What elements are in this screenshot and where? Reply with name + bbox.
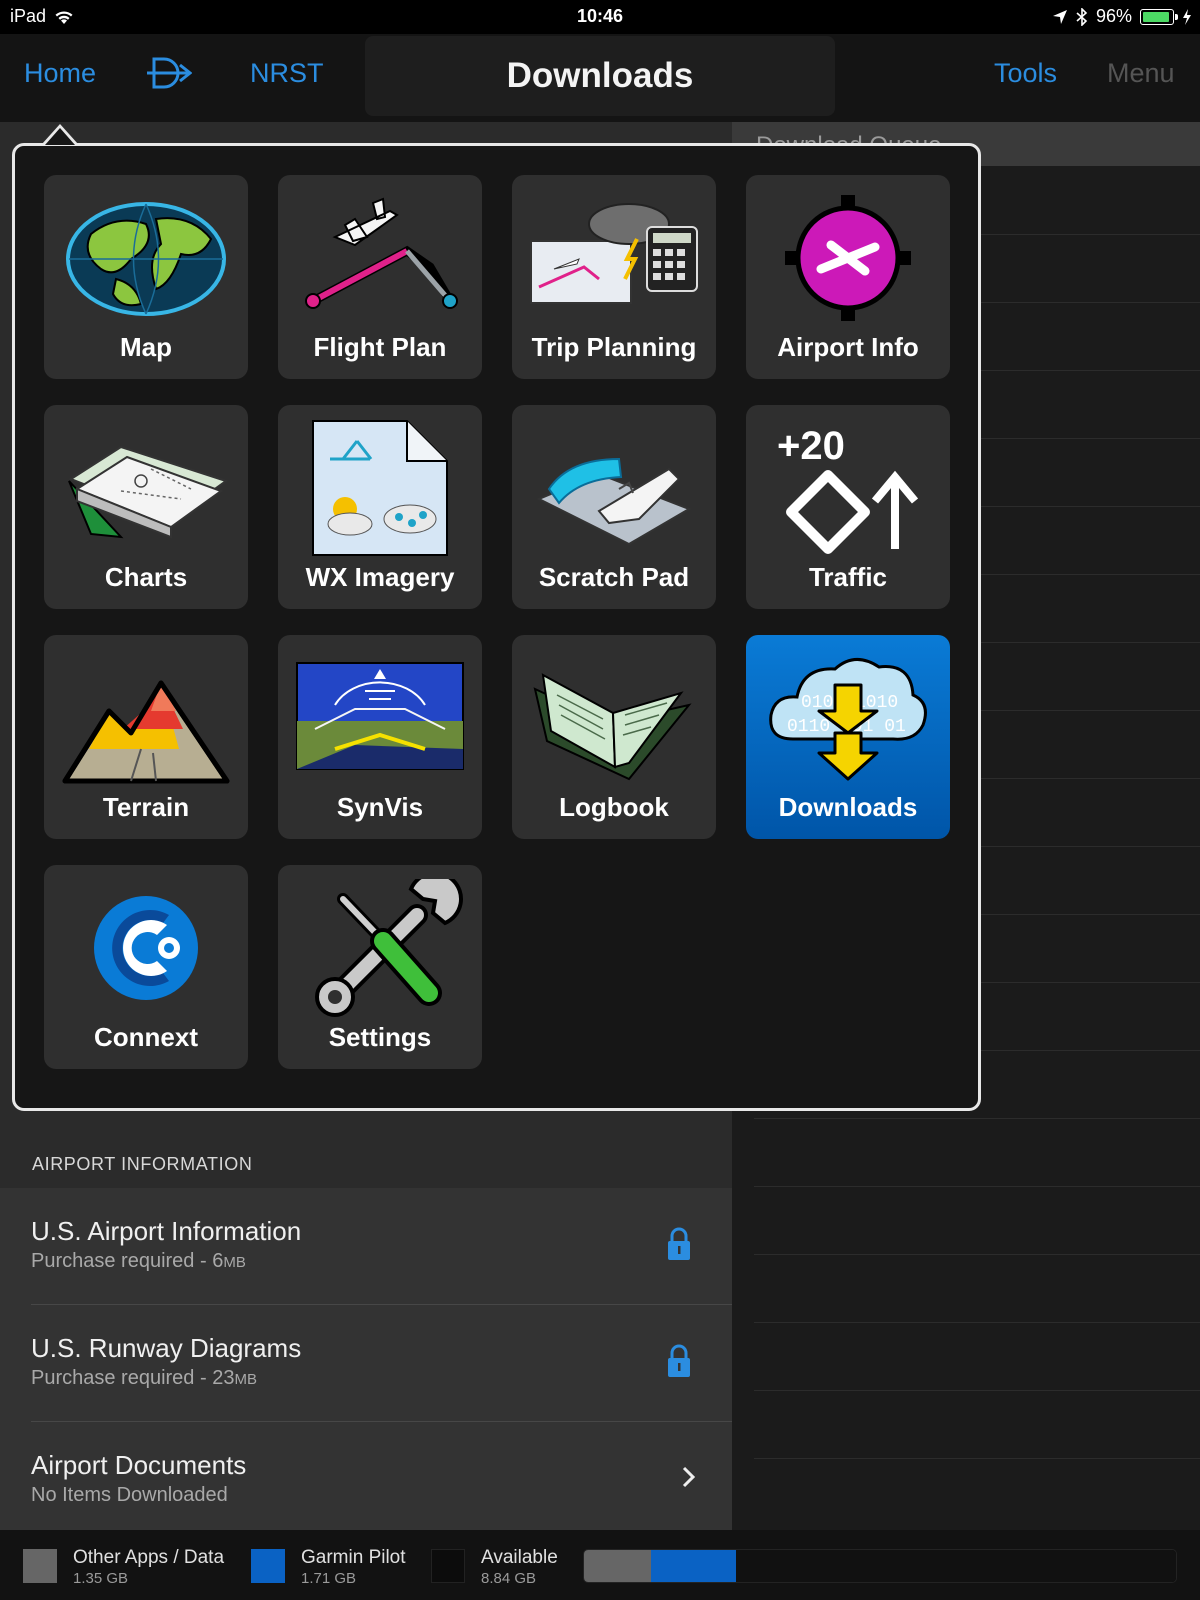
usage-segment-0 <box>584 1550 652 1582</box>
row-subtitle: Purchase required - 6MB <box>31 1250 246 1272</box>
legend-swatch <box>23 1549 57 1583</box>
direct-to-button[interactable] <box>146 56 193 97</box>
tile-terrain[interactable]: Terrain <box>44 635 248 839</box>
queue-divider <box>754 1254 1200 1255</box>
queue-divider <box>754 1458 1200 1459</box>
clock: 10:46 <box>576 6 624 26</box>
lock-icon <box>668 1227 690 1260</box>
connext-icon <box>94 896 198 1000</box>
traffic-icon: +20 <box>777 424 919 554</box>
tile-traffic[interactable]: +20 Traffic <box>746 405 950 609</box>
tile-label: Charts <box>104 562 188 592</box>
queue-divider <box>754 1322 1200 1323</box>
usage-segment-1 <box>651 1550 737 1582</box>
tile-label: Airport Info <box>777 332 919 362</box>
chevron-right-icon <box>682 1466 696 1488</box>
lock-icon <box>668 1344 690 1377</box>
svg-text:+20: +20 <box>777 424 845 468</box>
queue-divider <box>754 1118 1200 1119</box>
logbook-icon <box>533 673 692 781</box>
status-bar: iPad 10:46 96% <box>0 0 1200 34</box>
row-subtitle: No Items Downloaded <box>31 1484 228 1506</box>
tile-settings[interactable]: Settings <box>278 865 482 1069</box>
row-title: U.S. Airport Information <box>31 1216 302 1246</box>
tile-logbook[interactable]: Logbook <box>512 635 716 839</box>
navigation-bar: Home NRST Downloads Tools Menu <box>0 34 1200 122</box>
legend-available: Available 8.84 GB <box>431 1547 558 1587</box>
page-title: Downloads <box>365 36 835 116</box>
row-title: Airport Documents <box>31 1450 247 1480</box>
tile-label: Logbook <box>559 792 669 822</box>
tile-flight-plan[interactable]: Flight Plan <box>278 175 482 379</box>
tile-label: Terrain <box>102 792 190 822</box>
wx-imagery-icon <box>312 420 448 556</box>
row-us-airport-information[interactable]: U.S. Airport Information Purchase requir… <box>0 1188 732 1305</box>
scratch-pad-icon <box>536 457 692 546</box>
tile-airport-info[interactable]: Airport Info <box>746 175 950 379</box>
trip-planning-icon <box>530 203 698 304</box>
nearest-button[interactable]: NRST <box>250 58 324 89</box>
downloads-icon: 0101 1010 0110 101 01 <box>769 658 927 781</box>
tile-label: Map <box>120 332 172 362</box>
location-arrow-icon <box>1052 9 1067 24</box>
tile-trip-planning[interactable]: Trip Planning <box>512 175 716 379</box>
tile-label: Downloads <box>778 792 918 822</box>
tile-charts[interactable]: Charts <box>44 405 248 609</box>
tile-label: Scratch Pad <box>538 562 690 592</box>
storage-usage-track <box>583 1549 1177 1583</box>
queue-divider <box>754 1390 1200 1391</box>
airport-info-icon <box>785 195 911 321</box>
tile-label: Flight Plan <box>313 332 447 362</box>
settings-icon <box>315 879 463 1017</box>
tools-button[interactable]: Tools <box>994 58 1057 89</box>
section-header-airport-information: AIRPORT INFORMATION <box>0 1100 732 1188</box>
charts-icon <box>68 445 229 539</box>
tile-label: SynVis <box>336 792 424 822</box>
home-button[interactable]: Home <box>24 58 96 89</box>
synvis-icon <box>296 662 464 770</box>
tile-scratch-pad[interactable]: Scratch Pad <box>512 405 716 609</box>
row-airport-documents[interactable]: Airport Documents No Items Downloaded <box>0 1422 732 1530</box>
legend-other-apps: Other Apps / Data 1.35 GB <box>23 1547 224 1587</box>
legend-garmin-pilot: Garmin Pilot 1.71 GB <box>251 1547 406 1587</box>
tile-label: Settings <box>328 1022 432 1052</box>
globe-icon <box>66 202 226 316</box>
battery-percent: 96% <box>1095 6 1132 26</box>
legend-swatch <box>431 1549 465 1583</box>
tile-map[interactable]: Map <box>44 175 248 379</box>
tile-label: Traffic <box>808 562 888 592</box>
app-menu-popover: Map Flight Plan Trip Planning Airport In… <box>12 143 981 1111</box>
tile-label: Trip Planning <box>531 332 697 362</box>
row-us-runway-diagrams[interactable]: U.S. Runway Diagrams Purchase required -… <box>0 1305 732 1422</box>
tile-synvis[interactable]: SynVis <box>278 635 482 839</box>
queue-divider <box>754 1186 1200 1187</box>
tile-connext[interactable]: Connext <box>44 865 248 1069</box>
terrain-icon <box>62 680 230 784</box>
row-subtitle: Purchase required - 23MB <box>31 1367 257 1389</box>
charging-icon <box>1183 8 1191 25</box>
flight-plan-icon <box>305 197 458 309</box>
legend-swatch <box>251 1549 285 1583</box>
storage-usage-bar: Other Apps / Data 1.35 GB Garmin Pilot 1.7… <box>0 1530 1200 1600</box>
bluetooth-icon <box>1076 7 1088 26</box>
usage-segment-2 <box>736 1550 1176 1582</box>
tile-label: Connext <box>94 1022 198 1052</box>
battery-icon <box>1140 8 1178 25</box>
direct-to-icon <box>147 57 193 89</box>
row-title: U.S. Runway Diagrams <box>31 1333 302 1363</box>
tile-label: WX Imagery <box>305 562 455 592</box>
tile-downloads[interactable]: 0101 1010 0110 101 01 Downloads <box>746 635 950 839</box>
tile-wx-imagery[interactable]: WX Imagery <box>278 405 482 609</box>
menu-button[interactable]: Menu <box>1107 58 1175 89</box>
